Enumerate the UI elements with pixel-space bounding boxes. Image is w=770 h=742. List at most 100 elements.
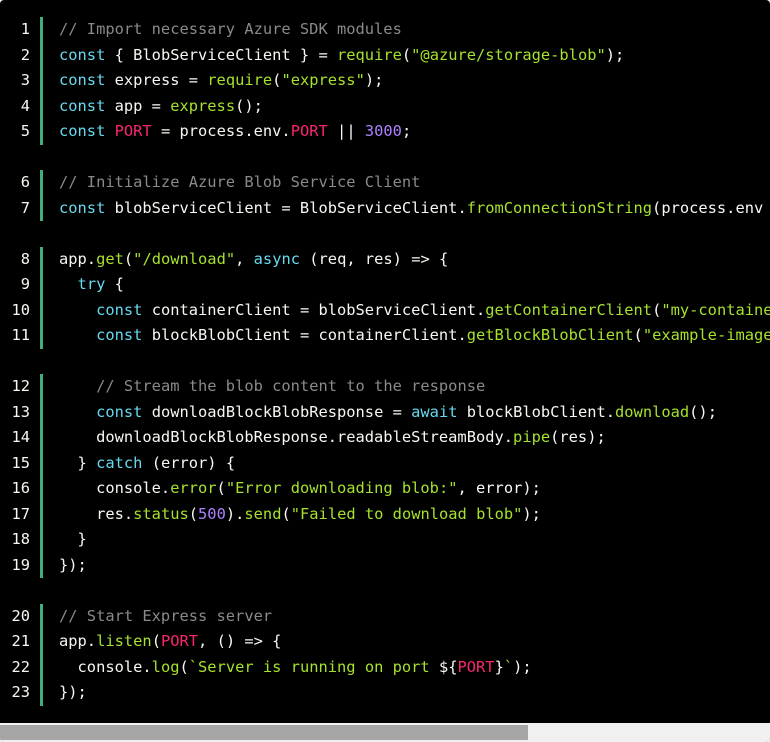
- code-token: ();: [235, 96, 263, 115]
- code-text: console.error("Error downloading blob:",…: [59, 476, 541, 502]
- code-text: app.listen(PORT, () => {: [59, 629, 281, 655]
- code-line: 3 const express = require("express");: [0, 68, 770, 94]
- code-line: 8 app.get("/download", async (req, res) =…: [0, 246, 770, 273]
- code-token: listen: [96, 632, 152, 650]
- line-number: 21: [11, 632, 30, 650]
- code-text: const app = express();: [59, 94, 263, 120]
- code-line: 2 const { BlobServiceClient } = require("…: [0, 42, 770, 69]
- gutter-bar: [40, 297, 43, 323]
- code-token: // Initialize Azure Blob Service Client: [59, 173, 421, 191]
- line-number: 6: [20, 173, 30, 191]
- line-number: 10: [11, 300, 30, 319]
- gutter-bar: [40, 450, 43, 476]
- gutter-bar: [40, 476, 43, 502]
- code-token: try: [77, 275, 106, 293]
- code-text: // Start Express server: [59, 604, 272, 630]
- gutter-bar: [40, 170, 43, 196]
- blank-separator: [0, 221, 770, 247]
- code-token: "my-containe: [661, 300, 770, 319]
- code-text: } catch (error) {: [59, 451, 236, 477]
- code-token: containerClient = blobServiceClient.: [142, 300, 486, 319]
- gutter-bar: [40, 119, 43, 145]
- gutter-bar: [40, 603, 43, 629]
- code-token: PORT: [114, 122, 152, 140]
- code-token: `: [503, 657, 514, 676]
- code-token: {: [105, 275, 124, 293]
- line-number: 7: [20, 198, 30, 217]
- code-token: "/download": [133, 249, 236, 268]
- code-token: (: [123, 249, 134, 268]
- code-token: (: [188, 504, 199, 523]
- code-token: PORT: [457, 657, 495, 676]
- gutter-bar: [40, 374, 43, 400]
- code-token: (: [281, 504, 291, 523]
- gutter-bar: [40, 323, 43, 349]
- blank-separator: [0, 145, 770, 171]
- code-line: 21 app.listen(PORT, () => {: [0, 629, 770, 655]
- gutter-bar: [40, 195, 43, 221]
- scrollbar-thumb[interactable]: [0, 725, 529, 740]
- code-token: require: [207, 71, 273, 89]
- code-token: log: [151, 657, 180, 676]
- code-line: 12 // Stream the blob content to the res…: [0, 374, 770, 400]
- code-line: 13 const downloadBlockBlobResponse = awa…: [0, 399, 770, 425]
- line-number: 2: [20, 45, 30, 64]
- code-line: 15 } catch (error) {: [0, 450, 770, 477]
- line-number: 19: [11, 555, 30, 574]
- code-token: app =: [105, 96, 171, 115]
- code-text: console.log(`Server is running on port $…: [59, 655, 532, 681]
- code-token: const: [96, 326, 143, 344]
- code-line: 11 const blockBlobClient = containerClie…: [0, 323, 770, 349]
- line-number: 16: [11, 479, 30, 497]
- code-token: // Start Express server: [59, 606, 273, 625]
- code-token: pipe: [513, 428, 551, 446]
- code-token: console.: [59, 479, 171, 497]
- code-token: status: [133, 504, 189, 523]
- code-token: download: [615, 402, 690, 421]
- code-token: // Import necessary Azure SDK modules: [59, 20, 402, 38]
- code-token: express =: [105, 71, 208, 89]
- code-token: PORT: [160, 632, 199, 650]
- line-number: 18: [11, 530, 30, 548]
- code-token: 500: [198, 504, 226, 523]
- code-text: const blockBlobClient = containerClient.…: [59, 323, 770, 349]
- code-token: const: [59, 198, 106, 217]
- gutter-bar: [40, 246, 43, 272]
- code-token: res.: [59, 504, 134, 523]
- code-token: // Stream the blob content to the respon…: [96, 377, 486, 395]
- code-token: send: [244, 504, 282, 523]
- gutter-bar: [40, 425, 43, 451]
- code-token: await: [411, 402, 458, 421]
- code-token: }: [59, 453, 97, 472]
- code-line: 5 const PORT = process.env.PORT || 3000;: [0, 119, 770, 145]
- code-token: ,: [235, 249, 254, 268]
- code-token: ).: [225, 504, 245, 523]
- code-text: // Stream the blob content to the respon…: [59, 374, 485, 400]
- code-token: ;: [401, 122, 412, 140]
- code-token: downloadBlockBlobResponse =: [142, 402, 412, 421]
- code-text: downloadBlockBlobResponse.readableStream…: [59, 425, 606, 451]
- code-text: app.get("/download", async (req, res) =>…: [59, 247, 448, 273]
- gutter-bar: [40, 552, 43, 578]
- gutter-bar: [40, 399, 43, 425]
- code-token: getBlockBlobClient: [466, 326, 634, 344]
- line-number: 4: [20, 96, 30, 115]
- code-token: downloadBlockBlobResponse.readableStream…: [59, 428, 514, 446]
- code-line: 10 const containerClient = blobServiceCl…: [0, 297, 770, 323]
- line-number: 23: [11, 683, 30, 701]
- line-number: 9: [20, 275, 30, 293]
- code-token: console.: [59, 657, 152, 676]
- code-line: 18 }: [0, 527, 770, 553]
- code-token: blockBlobClient.: [457, 402, 616, 421]
- code-token: ||: [327, 122, 365, 140]
- horizontal-scrollbar[interactable]: [0, 723, 770, 742]
- code-token: (: [401, 45, 412, 64]
- code-text: const { BlobServiceClient } = require("@…: [59, 43, 624, 69]
- code-token: "@azure/storage-blob": [411, 45, 606, 64]
- code-token: blobServiceClient = BlobServiceClient.: [105, 198, 467, 217]
